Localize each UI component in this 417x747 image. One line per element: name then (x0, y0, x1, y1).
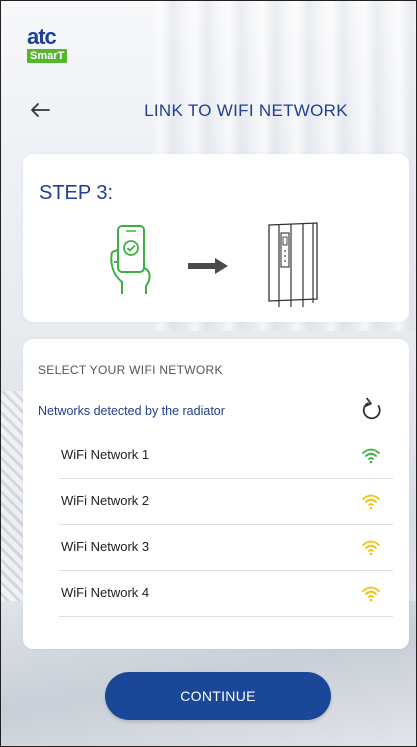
network-row[interactable]: WiFi Network 2 (59, 479, 393, 525)
radiator-icon (268, 222, 318, 307)
page-title: LINK TO WIFI NETWORK (144, 101, 348, 120)
network-row[interactable]: WiFi Network 3 (59, 525, 393, 571)
wifi-icon (362, 494, 380, 510)
network-name: WiFi Network 1 (61, 447, 150, 462)
network-row[interactable]: WiFi Network 4 (59, 571, 393, 617)
section-title: SELECT YOUR WIFI NETWORK (38, 363, 223, 377)
wifi-icon (362, 586, 380, 602)
step-label: STEP 3: (39, 182, 114, 204)
step-card: STEP 3: (23, 154, 409, 322)
wifi-icon (362, 448, 380, 464)
wifi-icon (362, 540, 380, 556)
network-name: WiFi Network 3 (61, 539, 150, 554)
continue-button[interactable]: CONTINUE (105, 672, 331, 720)
refresh-button[interactable] (360, 397, 384, 423)
wifi-list-card: SELECT YOUR WIFI NETWORK Networks detect… (23, 339, 409, 649)
network-name: WiFi Network 2 (61, 493, 150, 508)
arrow-left-icon (31, 103, 50, 117)
refresh-icon (362, 397, 381, 420)
phone-in-hand-icon (110, 225, 151, 294)
network-row[interactable]: WiFi Network 1 (59, 433, 393, 479)
networks-detected-label: Networks detected by the radiator (38, 404, 225, 418)
atc-smart-logo: atc SmarT (27, 24, 68, 64)
app-screen: atc SmarT LINK TO WIFI NETWORK STEP 3: S… (0, 0, 417, 747)
arrow-right-icon (188, 258, 228, 274)
logo-text-atc: atc (27, 24, 57, 49)
network-name: WiFi Network 4 (61, 585, 150, 600)
back-button[interactable] (29, 99, 53, 123)
network-list: WiFi Network 1 WiFi Network 2 WiFi Netwo… (59, 433, 393, 617)
logo-text-smart: SmarT (27, 49, 68, 63)
